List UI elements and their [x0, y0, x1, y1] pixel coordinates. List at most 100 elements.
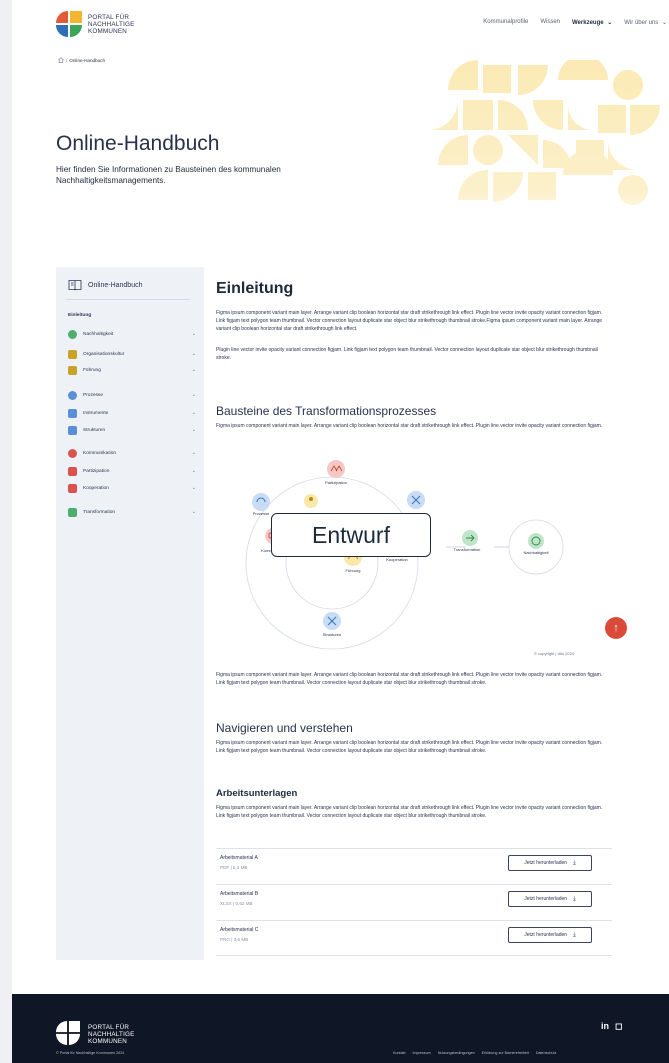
- download-button[interactable]: Jetzt herunterladen ⤓: [508, 927, 592, 943]
- footer-links: Kontakt Impressum Nutzungsbedingungen Er…: [386, 1051, 556, 1055]
- label-strukturen: Strukturen: [323, 632, 341, 637]
- footer-link-impressum[interactable]: Impressum: [413, 1051, 431, 1055]
- logo-mark-icon: [56, 1021, 82, 1047]
- linkedin-icon[interactable]: in: [601, 1021, 609, 1032]
- nav-kommunalprofile[interactable]: Kommunalprofile: [483, 19, 528, 26]
- instrumente-node: [407, 491, 425, 509]
- chevron-down-icon: ⌄: [191, 392, 196, 398]
- sidebar-item-einleitung[interactable]: Einleitung: [68, 310, 196, 320]
- bausteine-paragraph: Figma ipsum component variant main layer…: [216, 423, 603, 429]
- download-row: Arbeitsmaterial A PDF | 5,3 MB Jetzt her…: [216, 848, 612, 884]
- sidebar-item-transformation[interactable]: Transformation ⌄: [68, 507, 196, 517]
- diagram-copyright: © copyright | difu 2024: [534, 651, 575, 656]
- sidebar-item-strukturen[interactable]: Strukturen ⌄: [68, 425, 196, 435]
- navigieren-paragraph: Figma ipsum component variant main layer…: [216, 740, 603, 754]
- strukturen-node: [323, 612, 341, 630]
- footer-logo[interactable]: PORTAL FÜR NACHHALTIGE KOMMUNEN: [56, 1021, 135, 1047]
- download-name: Arbeitsmaterial B: [220, 891, 259, 897]
- download-name: Arbeitsmaterial A: [220, 855, 258, 861]
- handshake-icon: [68, 483, 77, 493]
- footer-copyright: © Portal für Nachhaltige Kommunen 2024: [56, 1051, 125, 1055]
- chevron-down-icon: ⌄: [191, 351, 196, 357]
- download-row: Arbeitsmaterial B XLSX | 0,62 MB Jetzt h…: [216, 884, 612, 920]
- sidebar-item-organisationskultur[interactable]: Organisationskultur ⌄: [68, 349, 196, 359]
- draft-badge: Entwurf: [271, 513, 431, 557]
- nav-wissen[interactable]: Wissen: [540, 19, 560, 26]
- download-icon: ⤓: [573, 895, 576, 902]
- sidebar-header[interactable]: Online-Handbuch: [68, 279, 142, 291]
- site-footer: PORTAL FÜR NACHHALTIGE KOMMUNEN in ◻ © P…: [12, 994, 669, 1063]
- tools-icon: [68, 408, 77, 418]
- site-header: PORTAL FÜR NACHHALTIGE KOMMUNEN Kommunal…: [12, 0, 669, 46]
- breadcrumb-current: Online-Handbuch: [69, 57, 106, 63]
- leadership-icon: [68, 365, 77, 375]
- page: PORTAL FÜR NACHHALTIGE KOMMUNEN Kommunal…: [12, 0, 669, 1063]
- breadcrumb-separator: /: [66, 57, 68, 63]
- sidebar-item-partizipation[interactable]: Partizipation ⌄: [68, 466, 196, 476]
- page-subtitle: Hier finden Sie Informationen zu Baustei…: [56, 165, 281, 185]
- partizipation-node: [327, 460, 345, 478]
- page-title: Online-Handbuch: [56, 132, 220, 155]
- intro-paragraph-2: Plugin line vector invite opacity varian…: [216, 347, 598, 361]
- scroll-to-top-button[interactable]: ↑: [605, 617, 627, 639]
- download-meta: XLSX | 0,62 MB: [220, 901, 253, 906]
- sidebar-item-nachhaltigkeit[interactable]: Nachhaltigkeit ⌄: [68, 329, 196, 339]
- nav-werkzeuge[interactable]: Werkzeuge ⌄: [572, 19, 612, 26]
- label-fuehrung: Führung: [346, 568, 361, 573]
- sidebar-item-prozesse[interactable]: Prozesse ⌄: [68, 390, 196, 400]
- footer-link-kontakt[interactable]: Kontakt: [393, 1051, 406, 1055]
- footer-link-datenschutz[interactable]: Datenschutz: [536, 1051, 557, 1055]
- logo-mark-icon: [56, 11, 82, 37]
- label-prozesse: Prozesse: [253, 511, 270, 516]
- transformation-node: [462, 530, 478, 546]
- sidebar-item-kooperation[interactable]: Kooperation ⌄: [68, 483, 196, 493]
- section-title-navigieren: Navigieren und verstehen: [216, 721, 353, 735]
- hero-decoration: [308, 60, 669, 245]
- section-title-bausteine: Bausteine des Transformationsprozesses: [216, 404, 437, 418]
- nav-wir-ueber-uns[interactable]: Wir über uns ⌄: [624, 19, 667, 26]
- intro-paragraph-1: Figma ipsum component variant main layer…: [216, 310, 603, 332]
- nachhaltigkeit-node: [528, 533, 544, 549]
- prozesse-node: [252, 493, 270, 511]
- footer-link-nutzungsbedingungen[interactable]: Nutzungsbedingungen: [438, 1051, 475, 1055]
- sidebar-item-instrumente[interactable]: Instrumente ⌄: [68, 408, 196, 418]
- group-icon: [68, 466, 77, 476]
- chevron-down-icon: ⌄: [191, 410, 196, 416]
- arrow-up-icon: ↑: [613, 622, 619, 634]
- sidebar-title: Online-Handbuch: [88, 281, 143, 289]
- book-icon: [68, 280, 82, 291]
- sidebar: Online-Handbuch Einleitung Nachhaltigkei…: [56, 267, 204, 960]
- instagram-icon[interactable]: ◻: [615, 1021, 622, 1032]
- transformation-diagram: Partizipation Prozesse Kommunikation Koo…: [245, 460, 564, 650]
- label-nachhaltigkeit: Nachhaltigkeit: [523, 550, 549, 555]
- footer-link-barrierefreiheit[interactable]: Erklärung zur Barrierefreiheit: [482, 1051, 529, 1055]
- breadcrumb: / Online-Handbuch: [58, 57, 105, 63]
- copyright-icon: ©: [534, 651, 537, 656]
- organisationskultur-node: [304, 494, 318, 508]
- download-icon: ⤓: [573, 859, 576, 866]
- bausteine-after-paragraph: Figma ipsum component variant main layer…: [216, 672, 603, 686]
- home-icon[interactable]: [58, 57, 64, 63]
- chevron-down-icon: ⌄: [191, 450, 196, 456]
- section-title-einleitung: Einleitung: [216, 280, 294, 297]
- chevron-down-icon: ⌄: [661, 20, 667, 26]
- chevron-down-icon: ⌄: [191, 485, 196, 491]
- arbeitsunterlagen-paragraph: Figma ipsum component variant main layer…: [216, 805, 603, 819]
- main-nav: Kommunalprofile Wissen Werkzeuge ⌄ Wir ü…: [471, 19, 667, 26]
- globe-icon: [68, 329, 77, 339]
- label-transformation: Transformation: [454, 547, 481, 552]
- chevron-down-icon: ⌄: [191, 509, 196, 515]
- chevron-down-icon: ⌄: [191, 468, 196, 474]
- sidebar-item-fuehrung[interactable]: Führung ⌄: [68, 365, 196, 375]
- download-button[interactable]: Jetzt herunterladen ⤓: [508, 855, 592, 871]
- site-logo[interactable]: PORTAL FÜR NACHHALTIGE KOMMUNEN: [56, 11, 135, 37]
- download-meta: PNG | 3,6 MB: [220, 937, 249, 942]
- download-icon: ⤓: [573, 931, 576, 938]
- chevron-down-icon: ⌄: [191, 331, 196, 337]
- download-name: Arbeitsmaterial C: [220, 927, 259, 933]
- transform-icon: [68, 507, 77, 517]
- sidebar-item-kommunikation[interactable]: Kommunikation ⌄: [68, 448, 196, 458]
- chevron-down-icon: ⌄: [191, 367, 196, 373]
- people-icon: [68, 349, 77, 359]
- download-button[interactable]: Jetzt herunterladen ⤓: [508, 891, 592, 907]
